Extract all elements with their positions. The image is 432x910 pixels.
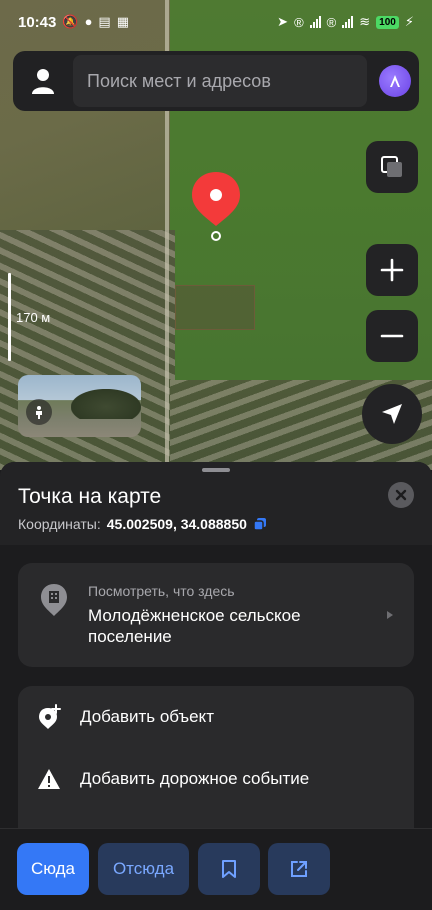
charging-icon: ⚡ (404, 14, 414, 29)
map-plot (175, 285, 255, 330)
add-object-row[interactable]: Добавить объект (18, 689, 414, 745)
sheet-grabber[interactable] (202, 468, 230, 472)
bottom-action-bar: Сюда Отсюда (0, 828, 432, 910)
navigation-arrow-icon (382, 404, 402, 424)
close-icon (395, 489, 407, 501)
scale-bar (8, 273, 11, 361)
scale-label: 170 м (16, 310, 51, 325)
search-input[interactable]: Поиск мест и адресов (73, 55, 367, 107)
roaming-icon-2: ® (326, 14, 337, 30)
roaming-icon: ® (294, 14, 304, 30)
coordinates-label: Координаты: (18, 516, 101, 532)
user-icon (32, 69, 54, 94)
share-icon (291, 861, 307, 877)
bookmark-button[interactable] (198, 843, 260, 895)
plus-icon (380, 258, 404, 282)
add-road-event-label: Добавить дорожное событие (80, 769, 310, 788)
gallery-icon: ▦ (116, 14, 130, 29)
profile-avatar[interactable] (21, 59, 65, 103)
panorama-image-trees (71, 389, 141, 419)
add-place-icon (39, 704, 61, 729)
panorama-thumbnail[interactable] (18, 375, 141, 437)
chat-icon: ● (84, 14, 93, 29)
place-card-header: Точка на карте Координаты: 45.002509, 34… (0, 462, 432, 545)
battery-icon: 100 (376, 15, 399, 29)
mute-notification-icon: 🔕 (62, 14, 79, 29)
add-road-event-row[interactable]: Добавить дорожное событие (18, 751, 414, 807)
location-icon: ➤ (277, 14, 289, 29)
coordinates-row: Координаты: 45.002509, 34.088850 (18, 516, 267, 532)
card-icon: ▤ (98, 14, 111, 29)
map-scale: 170 м (8, 273, 68, 361)
signal-icon-2 (342, 16, 354, 28)
bookmark-icon (222, 860, 236, 878)
status-system-icons: ➤ ® ® ≋ 100 ⚡ (277, 14, 414, 30)
zoom-in-button[interactable] (366, 244, 418, 296)
route-to-button[interactable]: Сюда (17, 843, 89, 895)
whats-here-subtitle: Посмотреть, что здесь (88, 583, 235, 599)
warning-icon (38, 769, 60, 789)
search-bar: Поиск мест и адресов (13, 51, 419, 111)
share-button[interactable] (268, 843, 330, 895)
alice-voice-assistant-button[interactable] (379, 65, 411, 97)
actions-card: Добавить объект Добавить дорожное событи… (18, 686, 414, 846)
alice-icon (390, 75, 400, 87)
wifi-icon: ≋ (359, 14, 371, 29)
whats-here-card[interactable]: Посмотреть, что здесь Молодёжненское сел… (18, 563, 414, 667)
add-object-label: Добавить объект (80, 707, 214, 726)
coordinates-value[interactable]: 45.002509, 34.088850 (107, 516, 247, 532)
chevron-right-icon (387, 611, 393, 619)
close-button[interactable] (388, 482, 414, 508)
map-pin-icon[interactable] (190, 170, 242, 245)
place-title: Точка на карте (18, 485, 162, 508)
my-location-button[interactable] (362, 384, 422, 444)
copy-icon[interactable] (253, 517, 267, 531)
signal-icon (309, 16, 321, 28)
whats-here-name: Молодёжненское сельское поселение (88, 606, 301, 646)
layers-icon (381, 156, 402, 177)
building-pin-icon (41, 584, 67, 616)
map-layers-button[interactable] (366, 141, 418, 193)
route-from-button[interactable]: Отсюда (98, 843, 189, 895)
status-notification-icons: 🔕 ● ▤ ▦ (62, 14, 129, 30)
minus-icon (380, 334, 404, 338)
status-bar: 10:43 🔕 ● ▤ ▦ ➤ ® ® ≋ 100 ⚡ (0, 0, 432, 44)
panorama-icon (26, 399, 52, 425)
zoom-out-button[interactable] (366, 310, 418, 362)
status-time: 10:43 (18, 13, 57, 31)
